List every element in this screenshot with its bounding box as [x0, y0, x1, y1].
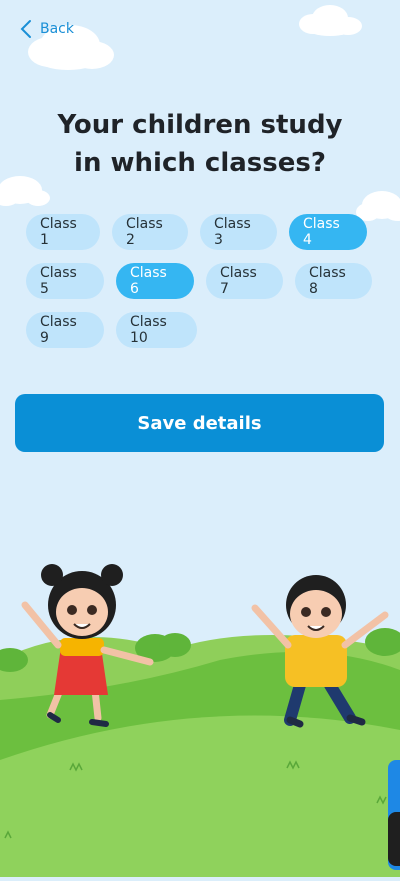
side-floating-tab-dark[interactable] [388, 812, 400, 866]
class-chip-list: Class 1 Class 2 Class 3 Class 4 Class 5 … [26, 214, 386, 361]
save-details-button[interactable]: Save details [15, 394, 384, 452]
chip-class-6[interactable]: Class 6 [116, 263, 194, 299]
chip-class-9[interactable]: Class 9 [26, 312, 104, 348]
cloud-top-right [299, 5, 362, 36]
chevron-left-icon [20, 20, 31, 38]
back-button[interactable]: Back [18, 18, 74, 40]
chip-class-8[interactable]: Class 8 [295, 263, 372, 299]
title-line-2: in which classes? [74, 148, 326, 178]
chip-class-2[interactable]: Class 2 [112, 214, 188, 250]
chip-class-1[interactable]: Class 1 [26, 214, 100, 250]
chip-row: Class 5 Class 6 Class 7 Class 8 [26, 263, 386, 299]
back-label: Back [40, 21, 74, 37]
chip-class-3[interactable]: Class 3 [200, 214, 277, 250]
chip-class-4[interactable]: Class 4 [289, 214, 367, 250]
page-title: Your children study in which classes? [0, 106, 400, 182]
chip-class-5[interactable]: Class 5 [26, 263, 104, 299]
chip-class-7[interactable]: Class 7 [206, 263, 283, 299]
chip-row: Class 9 Class 10 [26, 312, 386, 348]
chip-class-10[interactable]: Class 10 [116, 312, 197, 348]
title-line-1: Your children study [57, 110, 343, 140]
chip-row: Class 1 Class 2 Class 3 Class 4 [26, 214, 386, 250]
